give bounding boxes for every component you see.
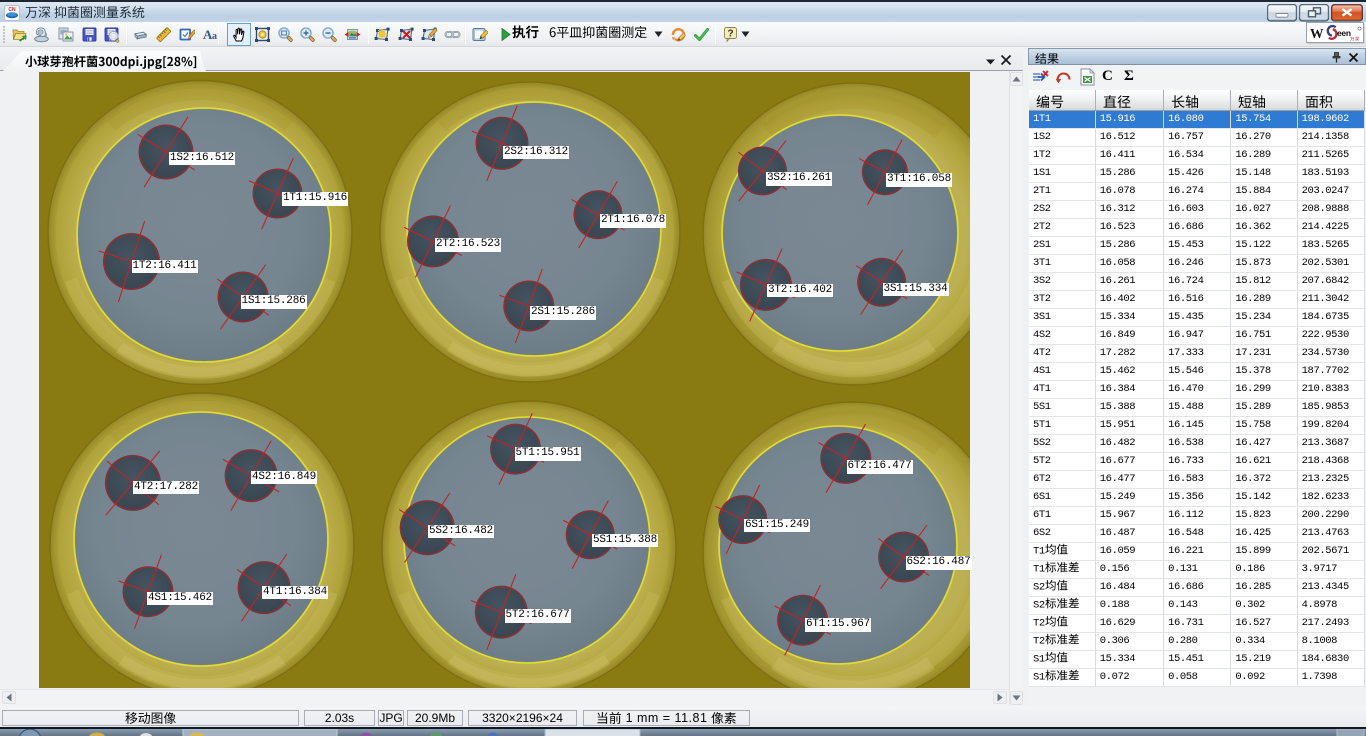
- svg-text:?: ?: [727, 29, 733, 40]
- svg-text:een: een: [1337, 28, 1351, 38]
- svg-text:a: a: [212, 31, 217, 42]
- svg-text:CN: CN: [8, 7, 16, 13]
- svg-text:W: W: [1310, 26, 1324, 41]
